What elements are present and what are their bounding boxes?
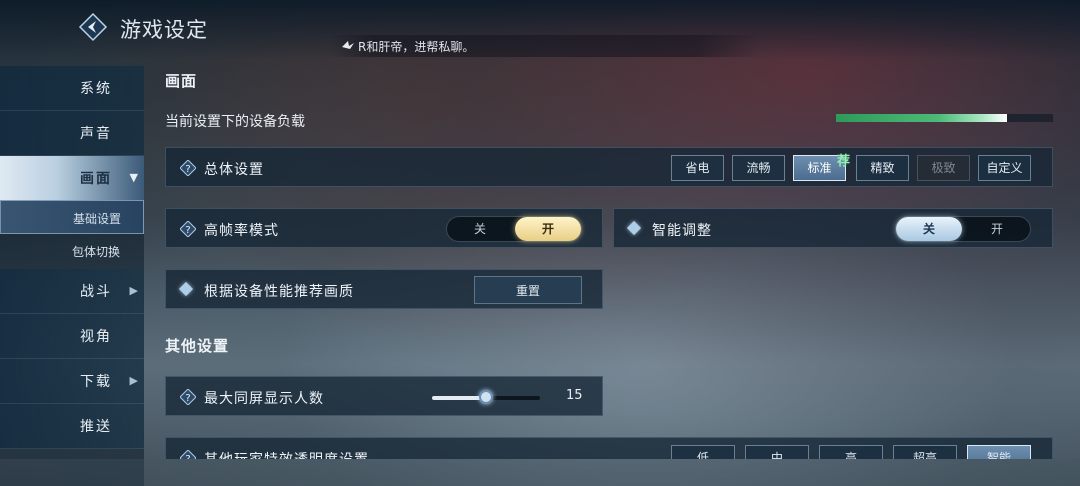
quality-option-fine[interactable]: 精致: [856, 155, 909, 181]
recommend-badge: 荐: [837, 154, 851, 169]
quality-option-custom[interactable]: 自定义: [978, 155, 1031, 181]
sidebar-item-label: 下载: [80, 374, 112, 390]
smart-adjust-label: 智能调整: [652, 223, 712, 239]
help-icon[interactable]: ?: [180, 221, 196, 237]
quality-option-smooth[interactable]: 流畅: [732, 155, 785, 181]
section-title-other: 其他设置: [165, 337, 230, 355]
slider-fill: [432, 396, 486, 400]
smart-adjust-row: 智能调整 关 开: [613, 208, 1053, 248]
help-icon[interactable]: ?: [180, 160, 196, 176]
diamond-bullet-icon: [178, 281, 194, 297]
device-load-label: 当前设置下的设备负载: [165, 114, 305, 130]
max-players-slider[interactable]: [432, 390, 540, 404]
sidebar-item-label: 视角: [80, 329, 112, 345]
help-icon[interactable]: ?: [180, 389, 196, 405]
transparency-option-low[interactable]: 低: [671, 445, 735, 459]
sidebar-subitem-package[interactable]: 包体切换: [0, 234, 144, 268]
svg-text:?: ?: [185, 393, 190, 404]
back-diamond-icon[interactable]: [78, 12, 108, 42]
diamond-bullet-icon: [626, 220, 642, 236]
overall-setting-row: ? 总体设置 省电 流畅 标准 精致 极致 自定义: [165, 147, 1053, 187]
chevron-right-icon: ▶: [129, 374, 138, 387]
transparency-option-ultra[interactable]: 超高: [893, 445, 957, 459]
bottom-fade: [0, 459, 1080, 486]
chevron-right-icon: ▶: [129, 284, 138, 297]
transparency-option-medium[interactable]: 中: [745, 445, 809, 459]
svg-text:?: ?: [185, 225, 190, 236]
sidebar-subitem-basic[interactable]: 基础设置: [0, 200, 144, 234]
max-players-row: ? 最大同屏显示人数 15: [165, 376, 603, 416]
sidebar-item-combat[interactable]: 战斗 ▶: [0, 269, 144, 314]
sidebar-item-graphics[interactable]: 画面 ▼: [0, 156, 144, 201]
sidebar-item-label: 推送: [80, 419, 112, 435]
sidebar: 系统 声音 画面 ▼ 基础设置 包体切换 战斗 ▶ 视角 下载 ▶ 推送: [0, 66, 144, 486]
sidebar-item-label: 战斗: [80, 284, 112, 300]
toggle-on-option[interactable]: 开: [964, 217, 1030, 241]
effect-transparency-label: 其他玩家特效透明度设置: [204, 449, 369, 459]
toggle-on-option[interactable]: 开: [515, 217, 581, 241]
device-load-fill: [836, 114, 1008, 122]
sidebar-item-sound[interactable]: 声音: [0, 111, 144, 156]
toggle-off-option[interactable]: 关: [896, 217, 962, 241]
high-fps-row: ? 高帧率模式 关 开: [165, 208, 603, 248]
max-players-label: 最大同屏显示人数: [204, 391, 324, 407]
top-bar: 游戏设定 R和肝帝，进帮私聊。: [0, 0, 1080, 60]
device-load-bar: [836, 114, 1053, 122]
sidebar-subitem-label: 包体切换: [72, 245, 121, 259]
sidebar-item-camera[interactable]: 视角: [0, 314, 144, 359]
sidebar-item-label: 画面: [80, 171, 112, 187]
quality-option-ultra[interactable]: 极致: [917, 155, 970, 181]
page-title: 游戏设定: [120, 18, 208, 42]
toggle-off-option[interactable]: 关: [447, 217, 513, 241]
sidebar-item-push[interactable]: 推送: [0, 404, 144, 449]
sidebar-item-system[interactable]: 系统: [0, 66, 144, 111]
high-fps-label: 高帧率模式: [204, 223, 279, 239]
recommend-quality-label: 根据设备性能推荐画质: [204, 284, 354, 300]
chevron-down-icon: ▼: [129, 171, 138, 184]
sidebar-item-label: 声音: [80, 126, 112, 142]
recommend-quality-row: 根据设备性能推荐画质 重置: [165, 269, 603, 309]
sidebar-subitem-label: 基础设置: [73, 212, 122, 226]
svg-text:?: ?: [185, 164, 190, 175]
crane-icon: [342, 41, 354, 49]
section-title-graphics: 画面: [165, 72, 198, 90]
overall-setting-label: 总体设置: [204, 162, 264, 178]
broadcast-marquee: R和肝帝，进帮私聊。: [330, 35, 760, 57]
max-players-value: 15: [566, 388, 583, 403]
help-icon[interactable]: ?: [180, 450, 196, 459]
sidebar-item-label: 系统: [80, 81, 112, 97]
quality-option-power-save[interactable]: 省电: [671, 155, 724, 181]
reset-button[interactable]: 重置: [474, 276, 582, 304]
slider-handle[interactable]: [479, 390, 493, 404]
marquee-text: R和肝帝，进帮私聊。: [358, 40, 475, 54]
transparency-option-high[interactable]: 高: [819, 445, 883, 459]
sidebar-item-download[interactable]: 下载 ▶: [0, 359, 144, 404]
effect-transparency-row: ? 其他玩家特效透明度设置 低 中 高 超高 智能: [165, 437, 1053, 459]
smart-adjust-toggle[interactable]: 关 开: [895, 216, 1031, 242]
high-fps-toggle[interactable]: 关 开: [446, 216, 582, 242]
transparency-option-smart[interactable]: 智能: [967, 445, 1031, 459]
